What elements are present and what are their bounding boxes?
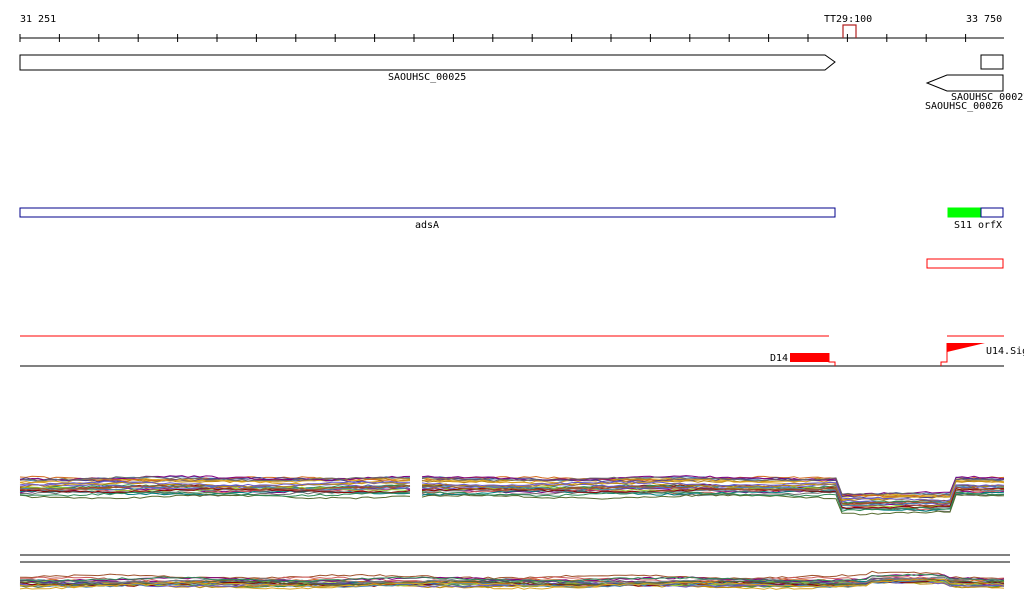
feature-label-s11: S11 [954, 220, 972, 231]
ruler-start-label: 31 251 [20, 14, 56, 25]
signal-step-d14 [828, 353, 836, 366]
feature-adsA[interactable] [19, 207, 836, 218]
signal-ramp-u14[interactable] [947, 343, 985, 352]
signal-label-u14: U14.Sig [986, 346, 1024, 357]
gene-label-sao00025: SAOUHSC_00025 [388, 72, 466, 83]
feature-s11[interactable] [947, 207, 982, 218]
ruler-end-label: 33 750 [966, 14, 1002, 25]
gene-label-sao00026: SAOUHSC_00026 [925, 101, 1003, 112]
gene-arrow-sao00025[interactable] [19, 54, 836, 71]
genome-browser-view: 31 251 33 750 TT29:100 SAOUHSC_00025 SAO… [19, 14, 1024, 590]
ruler-marker-label: TT29:100 [824, 14, 872, 25]
signal-block-d14[interactable] [790, 353, 829, 362]
signal-track: D14 U14.Sig [20, 335, 1024, 367]
ruler-position-marker[interactable] [842, 24, 857, 38]
coverage-track-lower [19, 570, 1005, 590]
feature-label-adsA: adsA [415, 220, 439, 231]
gene-arrow-sao00026[interactable] [925, 74, 1004, 92]
signal-label-d14: D14 [770, 353, 788, 364]
gene-track: SAOUHSC_00025 SAOUHSC_00027 SAOUHSC_0002… [19, 54, 1024, 112]
feature-label-orfX: orfX [978, 220, 1002, 231]
gene-box-sao00027[interactable] [980, 54, 1004, 70]
feature-track: adsA S11 orfX [19, 207, 1004, 269]
signal-step-u14 [940, 343, 948, 366]
feature-orfX[interactable] [980, 207, 1004, 218]
coverage-track-upper [19, 475, 1005, 516]
coordinate-ruler: 31 251 33 750 TT29:100 [19, 14, 1004, 42]
feature-red-region[interactable] [926, 258, 1004, 269]
